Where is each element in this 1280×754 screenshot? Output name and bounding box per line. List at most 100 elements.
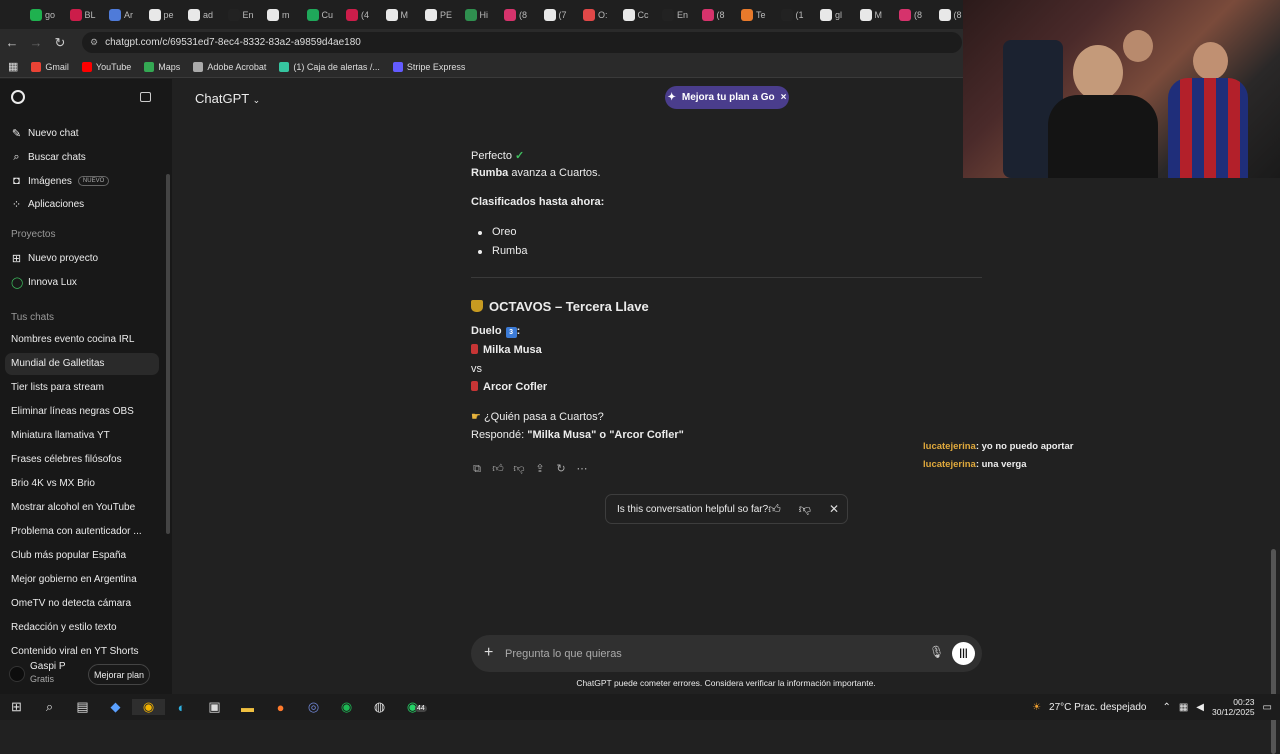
sidebar-chat-item[interactable]: Mundial de Galletitas [11, 358, 161, 369]
browser-tab[interactable]: Cu [303, 3, 343, 27]
task-view-icon[interactable]: ▤ [66, 699, 99, 715]
thumbs-down-icon[interactable]: 👎︎ [513, 463, 525, 475]
browser-tab[interactable]: gl [816, 3, 856, 27]
edge-icon[interactable]: ◐ [165, 700, 198, 715]
weather-text[interactable]: 27°C Prac. despejado [1049, 702, 1146, 713]
sidebar-item-apps[interactable]: ⁘ Aplicaciones [11, 198, 84, 211]
sidebar-chat-item[interactable]: Contenido viral en YT Shorts [11, 646, 161, 656]
answer-options: "Milka Musa" o "Arcor Cofler" [527, 429, 684, 441]
browser-tab[interactable]: m [263, 3, 303, 27]
sidebar-chat-item[interactable]: Tier lists para stream [11, 382, 161, 393]
browser-tab[interactable]: ad [184, 3, 224, 27]
sidebar-chat-item[interactable]: Redacción y estilo texto [11, 622, 161, 633]
copy-icon[interactable]: ⧉ [471, 463, 483, 475]
chat-scrollbar[interactable] [1271, 549, 1276, 754]
sidebar-chat-item[interactable]: Problema con autenticador ... [11, 526, 161, 537]
thumbs-up-icon[interactable]: 👍︎ [768, 502, 781, 517]
bookmark-item[interactable]: Maps [144, 61, 180, 72]
sidebar-chat-item[interactable]: Miniatura llamativa YT [11, 430, 161, 441]
voice-mode-button[interactable]: ||| [952, 642, 975, 665]
chrome-icon[interactable]: ◉ [132, 699, 165, 715]
site-info-icon[interactable]: ⚙ [90, 37, 98, 48]
bookmark-item[interactable]: (1) Caja de alertas /... [279, 61, 380, 72]
clock[interactable]: 00:23 30/12/2025 [1212, 697, 1255, 717]
avatar[interactable] [9, 666, 25, 682]
sidebar-scrollbar[interactable] [166, 174, 170, 534]
browser-tab[interactable]: M [382, 3, 422, 27]
sidebar-chat-item[interactable]: Eliminar líneas negras OBS [11, 406, 161, 417]
bookmark-item[interactable]: YouTube [81, 61, 131, 72]
bookmark-item[interactable]: Stripe Express [392, 61, 465, 72]
reload-icon[interactable]: ↻ [48, 35, 72, 51]
toggle-sidebar-icon[interactable] [140, 92, 151, 102]
sidebar-chat-item[interactable]: Mostrar alcohol en YouTube [11, 502, 161, 513]
regenerate-icon[interactable]: ↻ [555, 463, 567, 475]
chevron-up-icon[interactable]: ⌃ [1162, 702, 1170, 713]
microphone-icon[interactable]: 🎙︎ [929, 645, 944, 659]
prompt-input[interactable] [505, 645, 905, 662]
copilot-icon[interactable]: ◆ [99, 699, 132, 715]
sidebar-item-images[interactable]: ◘ Imágenes NUEVO [11, 175, 110, 187]
firefox-icon[interactable]: ● [264, 700, 297, 715]
close-icon[interactable]: × [781, 92, 787, 103]
browser-tab[interactable]: Ar [105, 3, 145, 27]
browser-tab[interactable]: M [856, 3, 896, 27]
spotify-icon[interactable]: ◉ [330, 699, 363, 715]
browser-tab[interactable]: (1 [777, 3, 817, 27]
browser-tab[interactable]: go [26, 3, 66, 27]
browser-tab[interactable]: Hi [461, 3, 501, 27]
search-icon[interactable]: ⌕ [33, 699, 66, 715]
more-options-icon[interactable]: ⋯ [576, 463, 588, 475]
forward-arrow-icon[interactable]: → [24, 35, 48, 50]
windows-start-icon[interactable]: ⊞ [0, 699, 33, 715]
sidebar-chat-item[interactable]: OmeTV no detecta cámara [11, 598, 161, 609]
chatgpt-logo-icon[interactable] [11, 90, 25, 104]
store-icon[interactable]: ▣ [198, 699, 231, 715]
tab-favicon-icon [30, 8, 42, 21]
browser-tab[interactable]: pe [145, 3, 185, 27]
browser-tab[interactable]: Te [737, 3, 777, 27]
upgrade-go-pill[interactable]: ✦ Mejora tu plan a Go × [665, 86, 789, 109]
file-explorer-icon[interactable]: ▬ [231, 700, 264, 715]
discord-icon[interactable]: ◎ [297, 699, 330, 715]
sidebar-chat-item[interactable]: Brio 4K vs MX Brio [11, 478, 161, 489]
back-arrow-icon[interactable]: ← [0, 35, 24, 50]
sidebar-item-search-chats[interactable]: ⌕ Buscar chats [11, 151, 85, 164]
sidebar-item-innova-lux[interactable]: ◯ Innova Lux [11, 276, 77, 289]
browser-tab[interactable]: (8 [698, 3, 738, 27]
browser-tab[interactable]: O: [579, 3, 619, 27]
browser-tab[interactable]: BL [66, 3, 106, 27]
check-icon: ✓ [515, 150, 525, 162]
obs-icon[interactable]: ◍ [363, 699, 396, 715]
plus-icon[interactable]: + [484, 644, 493, 662]
notifications-icon[interactable]: ▭ [1263, 702, 1272, 713]
bookmark-item[interactable]: Adobe Acrobat [193, 61, 266, 72]
thumbs-up-icon[interactable]: 👍︎ [492, 463, 504, 475]
close-icon[interactable]: ✕ [829, 502, 839, 517]
sidebar-chat-item[interactable]: Mejor gobierno en Argentina [11, 574, 161, 585]
model-selector[interactable]: ChatGPT ⌄ [195, 91, 260, 106]
browser-tab[interactable]: (8 [895, 3, 935, 27]
bookmark-item[interactable]: Gmail [31, 61, 69, 72]
browser-tab[interactable]: PE [421, 3, 461, 27]
browser-tab[interactable]: En [658, 3, 698, 27]
whatsapp-icon[interactable]: ◉ 44 [396, 699, 429, 715]
sidebar-item-new-chat[interactable]: ✎ Nuevo chat [11, 127, 79, 140]
sidebar-chat-item[interactable]: Frases célebres filósofos [11, 454, 161, 465]
browser-tab[interactable]: En [224, 3, 264, 27]
volume-icon[interactable]: ◀ [1196, 702, 1204, 713]
upgrade-plan-button[interactable]: Mejorar plan [88, 664, 150, 685]
weather-icon[interactable]: ☀ [1032, 702, 1041, 713]
browser-tab[interactable]: (4 [342, 3, 382, 27]
apps-grid-icon[interactable]: ▦ [8, 60, 18, 73]
sidebar-chat-item[interactable]: Nombres evento cocina IRL [11, 334, 161, 345]
thumbs-down-icon[interactable]: 👎︎ [799, 502, 811, 517]
browser-tab[interactable]: (8 [500, 3, 540, 27]
share-icon[interactable]: ⇪ [534, 463, 546, 475]
network-icon[interactable]: ▦ [1179, 702, 1188, 713]
browser-tab[interactable]: (7 [540, 3, 580, 27]
address-bar[interactable]: ⚙ chatgpt.com/c/69531ed7-8ec4-8332-83a2-… [82, 32, 962, 53]
browser-tab[interactable]: Cc [619, 3, 659, 27]
sidebar-item-new-project[interactable]: ⊞ Nuevo proyecto [11, 252, 98, 265]
sidebar-chat-item[interactable]: Club más popular España [11, 550, 161, 561]
